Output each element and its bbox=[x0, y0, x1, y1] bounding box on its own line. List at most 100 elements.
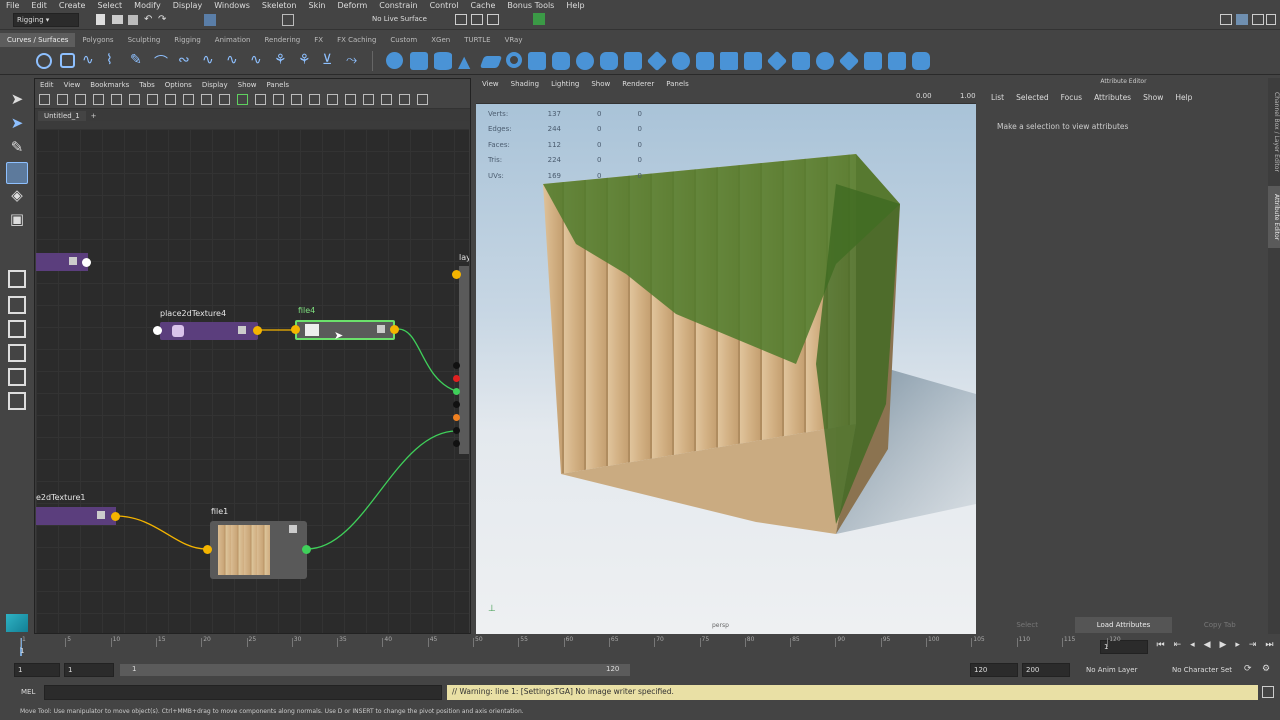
live-surface-label[interactable]: No Live Surface bbox=[372, 15, 427, 23]
surface-tool-d-icon[interactable] bbox=[600, 52, 618, 70]
shelf-tab-curves-surfaces[interactable]: Curves / Surfaces bbox=[0, 33, 76, 47]
channel-box-toggle-icon[interactable] bbox=[1266, 14, 1276, 25]
node-editor-menu-show[interactable]: Show bbox=[233, 81, 262, 89]
node-editor-tool-5-icon[interactable] bbox=[111, 94, 122, 105]
viewport-menu-lighting[interactable]: Lighting bbox=[545, 80, 585, 88]
auto-key-icon[interactable]: ⟳ bbox=[1244, 664, 1252, 674]
play-forward-icon[interactable]: ▶ bbox=[1219, 640, 1226, 654]
range-start-field[interactable]: 1 bbox=[14, 663, 60, 677]
node-port[interactable] bbox=[453, 414, 460, 421]
node-port[interactable] bbox=[453, 362, 460, 369]
menu-bonus-tools[interactable]: Bonus Tools bbox=[501, 1, 560, 10]
surface-tool-l-icon[interactable] bbox=[792, 52, 810, 70]
menu-select[interactable]: Select bbox=[91, 1, 128, 10]
scene-view[interactable]: Verts: 137 0 0 Edges: 244 0 0 Faces: 112 0 0 Tris: 22… bbox=[476, 104, 976, 634]
layout-four-icon[interactable] bbox=[8, 296, 26, 314]
layout-persp-outliner-icon[interactable] bbox=[8, 344, 26, 362]
lasso-tool-icon[interactable]: ➤ bbox=[6, 114, 28, 136]
paint-select-icon[interactable]: ✎ bbox=[6, 138, 28, 160]
render-settings-icon[interactable] bbox=[487, 14, 499, 25]
node-editor-menu-options[interactable]: Options bbox=[160, 81, 197, 89]
menu-file[interactable]: File bbox=[0, 1, 25, 10]
move-tool-icon[interactable] bbox=[6, 162, 28, 184]
node-port[interactable] bbox=[111, 512, 120, 521]
nurbs-cone-icon[interactable]: ▲ bbox=[458, 52, 476, 71]
shelf-tab-vray[interactable]: VRay bbox=[498, 33, 530, 47]
tab-channel-box[interactable]: Channel Box / Layer Editor bbox=[1268, 84, 1280, 180]
node-port[interactable] bbox=[153, 326, 162, 335]
viewport-field-b[interactable]: 1.00 bbox=[960, 92, 976, 100]
node-port[interactable] bbox=[291, 325, 300, 334]
node-file1[interactable] bbox=[210, 521, 307, 579]
node-editor-tool-13-icon[interactable] bbox=[255, 94, 266, 105]
play-back-icon[interactable]: ◀ bbox=[1204, 640, 1211, 654]
curve-tool-c-icon[interactable]: ∿ bbox=[250, 52, 268, 70]
layout-graph-icon[interactable] bbox=[8, 392, 26, 410]
menu-deform[interactable]: Deform bbox=[332, 1, 374, 10]
surface-tool-c-icon[interactable] bbox=[576, 52, 594, 70]
node-file4[interactable] bbox=[295, 320, 395, 340]
shelf-tab-rendering[interactable]: Rendering bbox=[257, 33, 307, 47]
node-editor-tool-1-icon[interactable] bbox=[39, 94, 50, 105]
shelf-tab-xgen[interactable]: XGen bbox=[424, 33, 457, 47]
node-graph[interactable]: place2dTexture4 file4 ➤ lay e2dTexture1 … bbox=[36, 129, 469, 633]
node-editor-menu-view[interactable]: View bbox=[59, 81, 86, 89]
preferences-icon[interactable]: ⚙ bbox=[1262, 664, 1270, 674]
menu-constrain[interactable]: Constrain bbox=[373, 1, 423, 10]
scale-tool-icon[interactable]: ▣ bbox=[6, 210, 28, 232]
time-slider[interactable]: 1 1 ⏮ ⇤ ◂ ◀ ▶ ▸ ⇥ ⏭ 1 5 10 15 20 25 30 35 40 45 50… bbox=[0, 636, 1280, 658]
node-port[interactable] bbox=[453, 440, 460, 447]
save-scene-icon[interactable] bbox=[128, 15, 138, 25]
surface-tool-e-icon[interactable] bbox=[624, 52, 642, 70]
nurbs-square-icon[interactable] bbox=[60, 53, 75, 68]
node-port[interactable] bbox=[453, 401, 460, 408]
viewport-field-a[interactable]: 0.00 bbox=[916, 92, 932, 100]
node-editor-tool-3-icon[interactable] bbox=[75, 94, 86, 105]
range-slider[interactable]: 1 120 bbox=[120, 664, 630, 676]
node-editor-tool-14-icon[interactable] bbox=[273, 94, 284, 105]
nurbs-cube-icon[interactable] bbox=[410, 52, 428, 70]
ep-curve-icon[interactable]: ⌇ bbox=[106, 52, 124, 70]
command-language[interactable]: MEL bbox=[21, 688, 35, 696]
node-editor-tool-7-icon[interactable] bbox=[147, 94, 158, 105]
curve-tool-b-icon[interactable]: ∿ bbox=[226, 52, 244, 70]
shelf-tab-animation[interactable]: Animation bbox=[208, 33, 258, 47]
node-editor-tool-18-icon[interactable] bbox=[345, 94, 356, 105]
surface-tool-o-icon[interactable] bbox=[864, 52, 882, 70]
layout-two-icon[interactable] bbox=[8, 320, 26, 338]
ipr-render-icon[interactable] bbox=[471, 14, 483, 25]
node-editor-tool-17-icon[interactable] bbox=[327, 94, 338, 105]
node-port[interactable] bbox=[82, 258, 91, 267]
layout-single-icon[interactable] bbox=[8, 270, 26, 288]
shelf-tab-rigging[interactable]: Rigging bbox=[167, 33, 208, 47]
pencil-curve-icon[interactable]: ✎ bbox=[130, 52, 148, 70]
node-port[interactable] bbox=[453, 388, 460, 395]
attribute-menu-show[interactable]: Show bbox=[1137, 93, 1169, 102]
anim-layer-dropdown[interactable]: No Anim Layer bbox=[1086, 666, 1137, 674]
curve-tool-g-icon[interactable]: ⤳ bbox=[346, 52, 364, 70]
menu-control[interactable]: Control bbox=[424, 1, 465, 10]
undo-icon[interactable]: ↶ bbox=[144, 14, 152, 25]
node-editor-menu-bookmarks[interactable]: Bookmarks bbox=[85, 81, 134, 89]
viewport-menu-view[interactable]: View bbox=[476, 80, 505, 88]
step-forward-key-icon[interactable]: ⇥ bbox=[1249, 640, 1257, 654]
surface-tool-n-icon[interactable] bbox=[838, 50, 860, 72]
node-editor-tool-4-icon[interactable] bbox=[93, 94, 104, 105]
new-scene-icon[interactable] bbox=[96, 14, 105, 25]
surface-tool-f-icon[interactable] bbox=[646, 50, 668, 72]
tab-attribute-editor[interactable]: Attribute Editor bbox=[1268, 186, 1280, 248]
nurbs-sphere-icon[interactable] bbox=[386, 52, 403, 69]
menuset-dropdown[interactable]: Rigging ▾ bbox=[13, 13, 79, 27]
node-editor-menu-tabs[interactable]: Tabs bbox=[134, 81, 160, 89]
nurbs-circle-icon[interactable] bbox=[36, 53, 52, 69]
surface-tool-k-icon[interactable] bbox=[766, 50, 788, 72]
redo-icon[interactable]: ↷ bbox=[158, 14, 166, 25]
render-frame-icon[interactable] bbox=[455, 14, 467, 25]
hypershade-icon[interactable] bbox=[533, 13, 545, 25]
shelf-tab-polygons[interactable]: Polygons bbox=[75, 33, 120, 47]
nurbs-plane-icon[interactable] bbox=[479, 56, 503, 68]
node-port[interactable] bbox=[453, 427, 460, 434]
attribute-menu-attributes[interactable]: Attributes bbox=[1088, 93, 1137, 102]
range-end-field[interactable]: 200 bbox=[1022, 663, 1070, 677]
viewport-menu-panels[interactable]: Panels bbox=[660, 80, 695, 88]
